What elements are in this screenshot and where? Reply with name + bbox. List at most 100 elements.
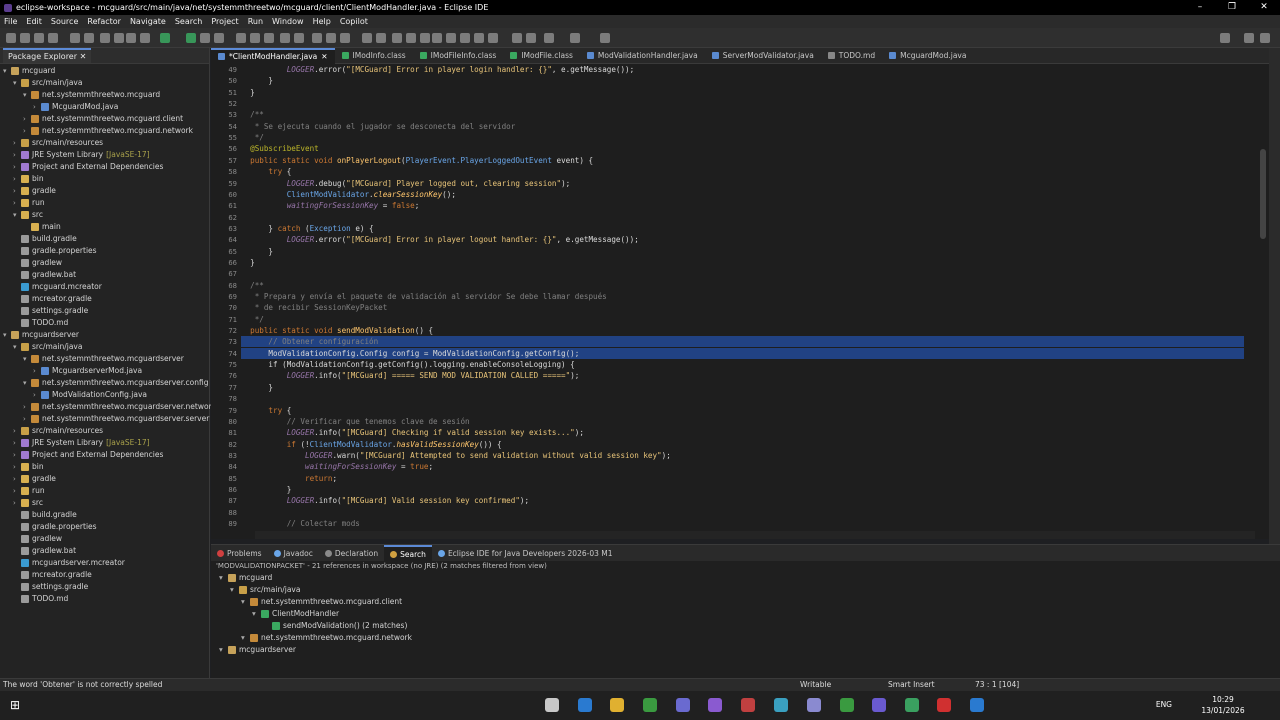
tab-package-explorer[interactable]: Package Explorer ✕ [3,48,92,63]
code-line[interactable]: LOGGER.info("[MCGuard] Checking if valid… [241,427,1244,438]
code-line[interactable]: waitingForSessionKey = true; [241,461,1244,472]
toolbar-tool-icon[interactable] [6,33,16,43]
code-line[interactable]: * Se ejecuta cuando el jugador se descon… [241,121,1244,132]
toolbar-tool-icon[interactable] [214,33,224,43]
expand-arrow-icon[interactable]: › [13,185,21,197]
tree-item[interactable]: › src/main/resources [13,137,103,149]
code-line[interactable]: LOGGER.error("[MCGuard] Error in player … [241,234,1244,245]
tree-item[interactable]: gradle.properties [13,245,97,257]
tree-item[interactable]: ▾ src/main/java [13,341,82,353]
tree-item[interactable]: › ModValidationConfig.java [33,389,147,401]
code-line[interactable]: public static void onPlayerLogout(Player… [241,155,1244,166]
expand-arrow-icon[interactable]: ▾ [13,209,21,221]
expand-arrow-icon[interactable]: › [13,161,21,173]
expand-arrow-icon[interactable]: › [33,101,41,113]
menu-item-project[interactable]: Project [211,17,238,26]
code-line[interactable]: /** [241,109,1244,120]
tree-item[interactable]: gradlew [13,257,62,269]
code-line[interactable]: } [241,75,1244,86]
toolbar-tool-icon[interactable] [600,33,610,43]
vertical-scrollbar[interactable] [1258,64,1268,529]
toolbar-tool-icon[interactable] [362,33,372,43]
horizontal-scrollbar[interactable] [255,531,1255,539]
menu-item-navigate[interactable]: Navigate [130,17,166,26]
toolbar-tool-icon[interactable] [512,33,522,43]
taskbar-app-icon[interactable] [840,698,854,712]
toolbar-tool-icon[interactable] [294,33,304,43]
editor-tab[interactable]: McguardMod.java [882,48,973,64]
expand-arrow-icon[interactable]: ▾ [13,77,21,89]
bottom-tab[interactable]: Eclipse IDE for Java Developers 2026-03 … [432,545,619,561]
tree-item[interactable]: › JRE System Library [JavaSE-17] [13,437,150,449]
code-line[interactable]: @SubscribeEvent [241,143,1244,154]
toolbar-tool-icon[interactable] [406,33,416,43]
toolbar-tool-icon[interactable] [100,33,110,43]
tree-item[interactable]: › run [13,197,45,209]
toolbar-tool-icon[interactable] [34,33,44,43]
editor-tab[interactable]: TODO.md [821,48,882,64]
tree-item[interactable]: build.gradle [13,233,77,245]
expand-arrow-icon[interactable]: ▾ [241,632,250,644]
code-line[interactable] [241,98,1244,109]
search-result-item[interactable]: ▾ ClientModHandler [252,608,339,620]
editor-tab[interactable]: *ClientModHandler.java ✕ [211,47,335,64]
tree-item[interactable]: mcguard.mcreator [13,281,102,293]
taskbar-app-icon[interactable] [578,698,592,712]
code-line[interactable]: LOGGER.error("[MCGuard] Error in player … [241,64,1244,75]
expand-arrow-icon[interactable]: › [33,365,41,377]
toolbar-tool-icon[interactable] [312,33,322,43]
expand-arrow-icon[interactable]: › [13,497,21,509]
expand-arrow-icon[interactable]: › [13,197,21,209]
close-button[interactable]: ✕ [1248,0,1280,15]
taskbar-app-icon[interactable] [676,698,690,712]
restore-button[interactable]: ❐ [1216,0,1248,15]
code-line[interactable]: ClientModValidator.clearSessionKey(); [241,189,1244,200]
tree-item[interactable]: › net.systemmthreetwo.mcguard.network [23,125,193,137]
toolbar-tool-icon[interactable] [570,33,580,43]
expand-arrow-icon[interactable]: ▾ [23,89,31,101]
tree-item[interactable]: › gradle [13,185,56,197]
menu-item-search[interactable]: Search [175,17,202,26]
language-indicator[interactable]: ENG [1156,700,1172,709]
toolbar-tool-icon[interactable] [250,33,260,43]
tree-item[interactable]: build.gradle [13,509,77,521]
code-line[interactable]: } catch (Exception e) { [241,223,1244,234]
toolbar-tool-icon[interactable] [264,33,274,43]
expand-arrow-icon[interactable]: ▾ [230,584,239,596]
search-result-item[interactable]: ▾ net.systemmthreetwo.mcguard.client [241,596,402,608]
tree-item[interactable]: ▾ net.systemmthreetwo.mcguardserver [23,353,184,365]
bottom-tab[interactable]: Javadoc [268,545,319,561]
menu-item-source[interactable]: Source [51,17,78,26]
code-line[interactable]: * Prepara y envía el paquete de validaci… [241,291,1244,302]
expand-arrow-icon[interactable]: › [23,401,31,413]
expand-arrow-icon[interactable]: › [33,389,41,401]
expand-arrow-icon[interactable]: ▾ [252,608,261,620]
tree-item[interactable]: › Project and External Dependencies [13,161,163,173]
code-line[interactable]: } [241,87,1244,98]
tree-item[interactable]: › McguardMod.java [33,101,118,113]
code-line[interactable] [241,507,1244,518]
code-line[interactable]: try { [241,405,1244,416]
code-line[interactable]: // Colectar mods [241,518,1244,529]
editor-tab[interactable]: IModFileInfo.class [413,48,504,64]
code-line[interactable]: // Obtener configuración [241,336,1244,348]
tree-item[interactable]: mcguardserver.mcreator [13,557,125,569]
code-line[interactable] [241,212,1244,223]
menu-item-window[interactable]: Window [272,17,304,26]
search-result-item[interactable]: ▾ mcguardserver [219,644,296,656]
taskbar-app-icon[interactable] [708,698,722,712]
expand-arrow-icon[interactable]: › [23,113,31,125]
editor-tab[interactable]: IModInfo.class [335,48,413,64]
toolbar-tool-icon[interactable] [114,33,124,43]
taskbar-app-icon[interactable] [807,698,821,712]
tree-item[interactable]: › Project and External Dependencies [13,449,163,461]
toolbar-tool-icon[interactable] [460,33,470,43]
bottom-tab[interactable]: Problems [211,545,268,561]
taskbar-app-icon[interactable] [872,698,886,712]
expand-arrow-icon[interactable]: › [13,437,21,449]
toolbar-tool-icon[interactable] [84,33,94,43]
minimize-button[interactable]: – [1184,0,1216,15]
perspective-icon[interactable] [1244,33,1254,43]
taskbar-app-icon[interactable] [545,698,559,712]
code-line[interactable]: */ [241,314,1244,325]
